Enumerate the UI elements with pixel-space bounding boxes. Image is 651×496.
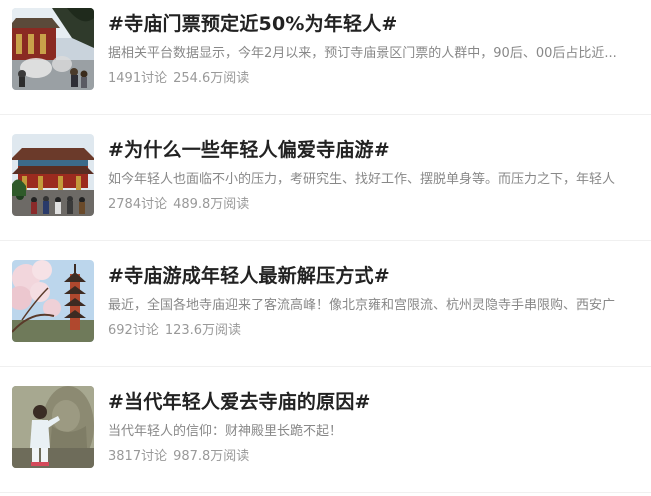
topic-summary: 最近，全国各地寺庙迎来了客流高峰！像北京雍和宫限流、杭州灵隐寺手串限购、西安广 [108, 298, 616, 313]
statue-prayer-icon [12, 386, 94, 468]
topic-stats: 1491讨论 254.6万阅读 [108, 67, 255, 86]
discussion-count: 3817讨论 [108, 449, 168, 464]
topic-stats: 3817讨论 987.8万阅读 [108, 445, 255, 464]
topic-item[interactable]: #当代年轻人爱去寺庙的原因# 当代年轻人的信仰：财神殿里长跪不起！ 3817讨论… [0, 378, 651, 492]
discussion-count: 1491讨论 [108, 71, 168, 86]
temple-courtyard-icon [12, 8, 94, 90]
read-count: 254.6万阅读 [173, 71, 250, 86]
temple-hall-icon [12, 134, 94, 216]
statue-prayer-thumbnail[interactable] [12, 386, 94, 468]
topic-summary: 如今年轻人也面临不小的压力，考研究生、找好工作、摆脱单身等。而压力之下，年轻人 [108, 172, 616, 187]
read-count: 123.6万阅读 [164, 323, 242, 338]
divider [0, 492, 651, 493]
topic-title[interactable]: #寺庙门票预定近50%为年轻人# [108, 9, 398, 36]
topic-list: #寺庙门票预定近50%为年轻人# 据相关平台数据显示，今年2月以来，预订寺庙景区… [0, 0, 651, 496]
pagoda-blossom-thumbnail[interactable] [12, 260, 94, 342]
topic-stats: 692讨论 123.6万阅读 [108, 319, 247, 338]
divider [0, 114, 651, 115]
read-count: 489.8万阅读 [173, 197, 250, 212]
discussion-count: 2784讨论 [108, 197, 168, 212]
discussion-count: 692讨论 [108, 323, 159, 338]
topic-summary: 据相关平台数据显示，今年2月以来，预订寺庙景区门票的人群中，90后、00后占比近… [108, 46, 617, 61]
pagoda-blossom-icon [12, 260, 94, 342]
topic-title[interactable]: #为什么一些年轻人偏爱寺庙游# [108, 135, 390, 162]
topic-title[interactable]: #当代年轻人爱去寺庙的原因# [108, 387, 371, 414]
topic-stats: 2784讨论 489.8万阅读 [108, 193, 255, 212]
temple-courtyard-thumbnail[interactable] [12, 8, 94, 90]
topic-summary: 当代年轻人的信仰：财神殿里长跪不起！ [108, 424, 343, 439]
topic-item[interactable]: #为什么一些年轻人偏爱寺庙游# 如今年轻人也面临不小的压力，考研究生、找好工作、… [0, 126, 651, 240]
topic-title[interactable]: #寺庙游成年轻人最新解压方式# [108, 261, 390, 288]
divider [0, 366, 651, 367]
topic-item[interactable]: #寺庙游成年轻人最新解压方式# 最近，全国各地寺庙迎来了客流高峰！像北京雍和宫限… [0, 252, 651, 366]
topic-item[interactable]: #寺庙门票预定近50%为年轻人# 据相关平台数据显示，今年2月以来，预订寺庙景区… [0, 0, 651, 114]
temple-hall-thumbnail[interactable] [12, 134, 94, 216]
read-count: 987.8万阅读 [173, 449, 250, 464]
divider [0, 240, 651, 241]
